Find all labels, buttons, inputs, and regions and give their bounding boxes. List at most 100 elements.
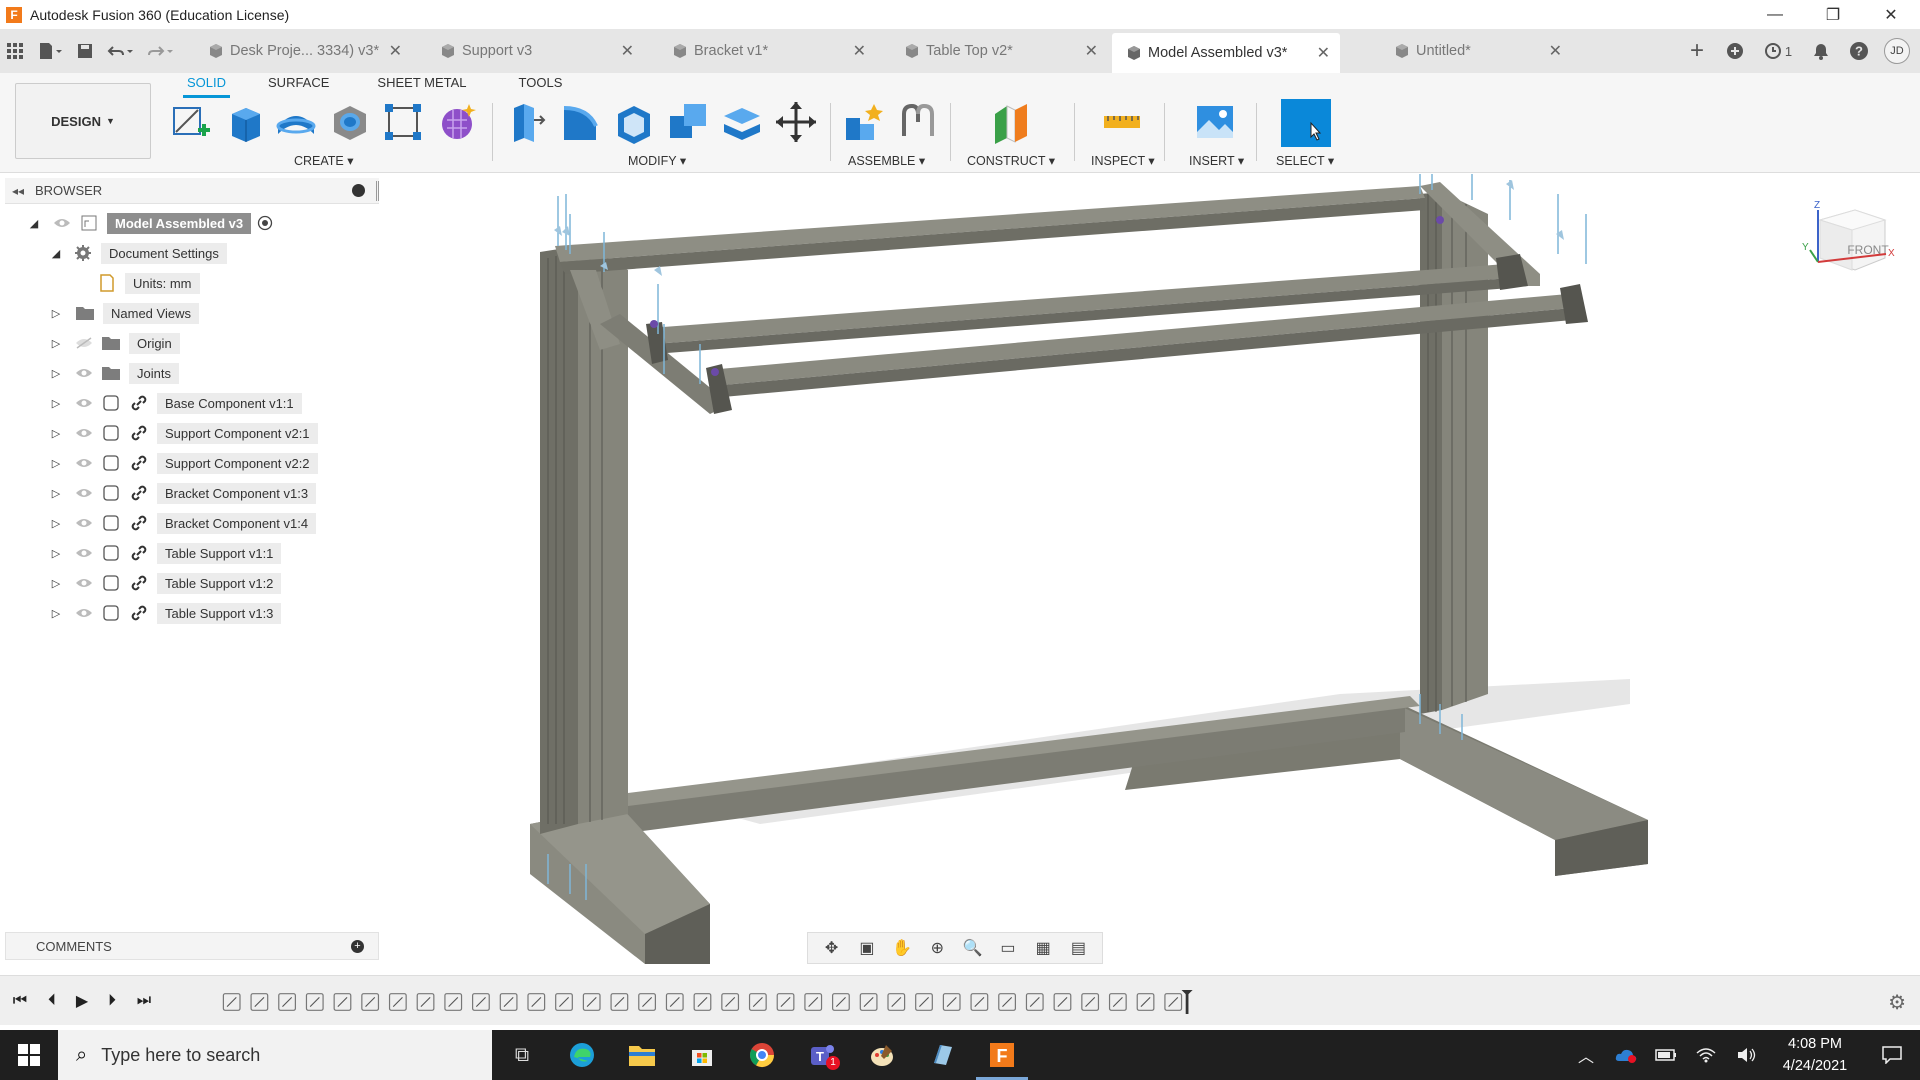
move-copy-icon[interactable]: [774, 100, 818, 144]
tree-item-units[interactable]: Units: mm: [97, 270, 200, 296]
taskbar-clock[interactable]: 4:08 PM 4/24/2021: [1766, 1033, 1864, 1077]
tab-close-icon[interactable]: ✕: [853, 41, 866, 61]
panel-resize-handle[interactable]: [376, 181, 379, 201]
fusion-360-taskbar-icon[interactable]: F: [972, 1030, 1032, 1080]
slicer-app-icon[interactable]: [912, 1030, 972, 1080]
timeline-features[interactable]: [180, 990, 1260, 1014]
select-button[interactable]: [1281, 99, 1331, 147]
joint-icon[interactable]: [896, 100, 940, 144]
visibility-eye-icon[interactable]: [75, 427, 93, 439]
tree-item-component[interactable]: ▷ Table Support v1:3: [49, 600, 282, 626]
construct-menu[interactable]: CONSTRUCT ▾: [967, 153, 1055, 168]
create-form-icon[interactable]: [435, 100, 479, 144]
tab-table-top[interactable]: Table Top v2* ✕: [880, 33, 1108, 69]
visibility-eye-icon[interactable]: [75, 577, 93, 589]
save-icon[interactable]: [70, 33, 100, 69]
restore-button[interactable]: ❐: [1804, 0, 1862, 29]
tree-item-named-views[interactable]: ▷ Named Views: [49, 300, 199, 326]
tab-model-assembled[interactable]: Model Assembled v3* ✕: [1112, 33, 1340, 73]
taskbar-search-input[interactable]: ⌕ Type here to search: [58, 1030, 492, 1080]
expand-triangle-icon[interactable]: ▷: [49, 576, 63, 590]
3d-viewport[interactable]: [380, 174, 1920, 964]
task-view-icon[interactable]: ⧉: [492, 1030, 552, 1080]
create-sketch-icon[interactable]: [168, 100, 212, 144]
tree-root[interactable]: ◢ Model Assembled v3: [27, 210, 273, 236]
go-to-start-icon[interactable]: ⏮: [8, 990, 32, 1012]
tree-item-origin[interactable]: ▷ Origin: [49, 330, 180, 356]
add-comment-icon[interactable]: +: [351, 940, 364, 953]
show-hidden-icons-chevron-up-icon[interactable]: ︿: [1566, 1030, 1606, 1080]
expand-triangle-icon[interactable]: ▷: [49, 306, 63, 320]
collapse-triangle-icon[interactable]: ◢: [27, 216, 41, 230]
expand-triangle-icon[interactable]: ▷: [49, 516, 63, 530]
grid-settings-icon[interactable]: ▦: [1029, 936, 1057, 960]
tab-close-icon[interactable]: ✕: [1549, 41, 1562, 61]
visibility-eye-icon[interactable]: [75, 517, 93, 529]
tab-bracket[interactable]: Bracket v1* ✕: [648, 33, 876, 69]
visibility-eye-icon[interactable]: [75, 607, 93, 619]
expand-triangle-icon[interactable]: ▷: [49, 456, 63, 470]
collapse-browser-icon[interactable]: ◂◂: [5, 184, 31, 198]
visibility-eye-icon[interactable]: [53, 217, 71, 229]
visibility-eye-icon[interactable]: [75, 367, 93, 379]
visibility-eye-icon[interactable]: [75, 457, 93, 469]
tab-desk-project[interactable]: Desk Proje... 3334) v3* ✕: [184, 33, 412, 69]
visibility-eye-icon[interactable]: [75, 397, 93, 409]
extrude-icon[interactable]: [222, 100, 266, 144]
assemble-menu[interactable]: ASSEMBLE ▾: [848, 153, 925, 168]
view-cube[interactable]: FRONT Z Y X: [1800, 198, 1900, 288]
minimize-browser-icon[interactable]: [352, 184, 365, 197]
tree-item-component[interactable]: ▷ Table Support v1:1: [49, 540, 282, 566]
combine-icon[interactable]: [666, 100, 710, 144]
expand-triangle-icon[interactable]: ▷: [49, 366, 63, 380]
timeline-settings-gear-icon[interactable]: ⚙: [1888, 990, 1906, 1015]
onedrive-error-icon[interactable]: [1606, 1030, 1646, 1080]
tree-item-document-settings[interactable]: ◢ Document Settings: [49, 240, 227, 266]
expand-triangle-icon[interactable]: ▷: [49, 546, 63, 560]
tab-solid[interactable]: SOLID: [165, 73, 248, 98]
redo-icon[interactable]: [140, 33, 180, 69]
visibility-eye-icon[interactable]: [75, 547, 93, 559]
step-forward-icon[interactable]: ⏵: [100, 990, 124, 1012]
insert-menu[interactable]: INSERT ▾: [1189, 153, 1244, 168]
workspace-switcher-button[interactable]: DESIGN ▼: [15, 83, 151, 159]
viewports-icon[interactable]: ▤: [1064, 936, 1092, 960]
offset-face-icon[interactable]: [720, 100, 764, 144]
new-tab-plus-icon[interactable]: +: [1680, 34, 1714, 68]
tab-close-icon[interactable]: ✕: [1085, 41, 1098, 61]
create-menu[interactable]: CREATE ▾: [294, 153, 354, 168]
new-component-icon[interactable]: [842, 100, 886, 144]
step-back-icon[interactable]: ⏴: [40, 990, 64, 1012]
pattern-icon[interactable]: [381, 100, 425, 144]
expand-triangle-icon[interactable]: ▷: [49, 396, 63, 410]
expand-triangle-icon[interactable]: ▷: [49, 486, 63, 500]
tree-item-component[interactable]: ▷ Bracket Component v1:3: [49, 480, 317, 506]
app-grid-icon[interactable]: [0, 33, 30, 69]
play-icon[interactable]: ▶: [70, 990, 94, 1012]
action-center-notification-icon[interactable]: [1864, 1030, 1920, 1080]
tab-sheet-metal[interactable]: SHEET METAL: [351, 73, 488, 95]
tree-item-joints[interactable]: ▷ Joints: [49, 360, 179, 386]
undo-icon[interactable]: [100, 33, 140, 69]
expand-triangle-icon[interactable]: ▷: [49, 336, 63, 350]
expand-triangle-icon[interactable]: ▷: [49, 606, 63, 620]
extensions-icon[interactable]: [1718, 34, 1752, 68]
display-settings-icon[interactable]: ▭: [994, 936, 1022, 960]
windows-start-icon[interactable]: [0, 1030, 58, 1080]
fillet-icon[interactable]: [558, 100, 602, 144]
notifications-bell-icon[interactable]: [1804, 34, 1838, 68]
visibility-eye-off-icon[interactable]: [75, 337, 93, 349]
measure-icon[interactable]: [1100, 100, 1144, 144]
pan-hand-icon[interactable]: ✋: [888, 936, 916, 960]
file-explorer-icon[interactable]: [612, 1030, 672, 1080]
zoom-icon[interactable]: ⊕: [923, 936, 951, 960]
select-menu[interactable]: SELECT ▾: [1276, 153, 1334, 168]
paint-icon[interactable]: [852, 1030, 912, 1080]
volume-icon[interactable]: [1726, 1030, 1766, 1080]
inspect-menu[interactable]: INSPECT ▾: [1091, 153, 1155, 168]
hole-icon[interactable]: [328, 100, 372, 144]
offset-plane-icon[interactable]: [989, 100, 1033, 144]
revolve-icon[interactable]: [274, 100, 318, 144]
tree-item-component[interactable]: ▷ Support Component v2:1: [49, 420, 318, 446]
wifi-icon[interactable]: [1686, 1030, 1726, 1080]
